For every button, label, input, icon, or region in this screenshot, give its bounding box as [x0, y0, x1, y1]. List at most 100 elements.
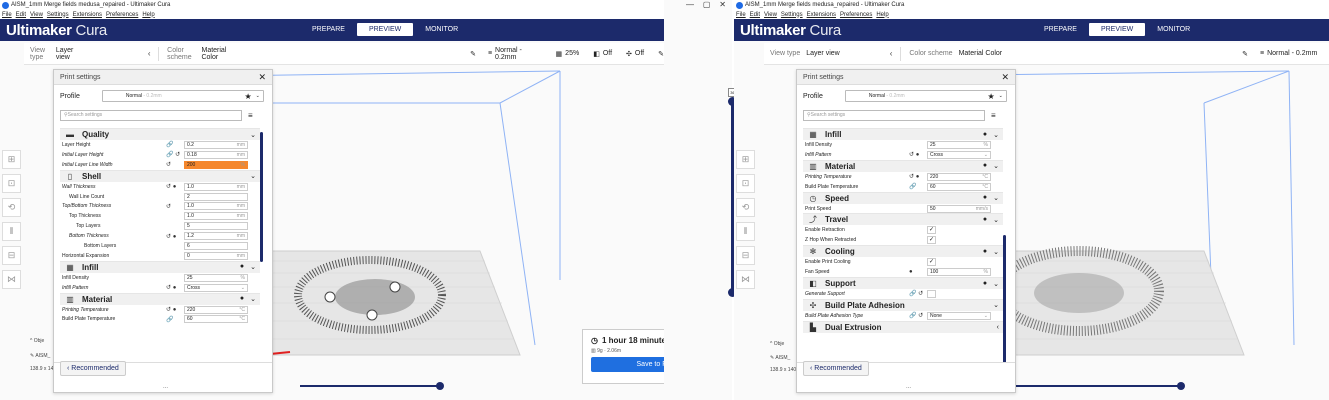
chevron-down-icon[interactable]: ⌄	[250, 131, 256, 139]
setting-value-field[interactable]: 60 °C	[184, 315, 248, 324]
menu-settings[interactable]: Settings	[781, 12, 803, 18]
tab-prepare[interactable]: PREPARE	[300, 23, 357, 36]
chevron-down-icon[interactable]: ⌄	[993, 216, 999, 224]
menu-view[interactable]: View	[30, 12, 43, 18]
menu-icon[interactable]: ≡	[248, 111, 253, 120]
category-dual-extrusion[interactable]: ▙ Dual Extrusion ‹	[803, 320, 1003, 333]
scrollbar[interactable]	[1003, 235, 1006, 365]
setting-state-icons[interactable]: ↺ ●	[166, 183, 176, 190]
menu-icon[interactable]: ≡	[991, 111, 996, 120]
recommended-button[interactable]: ‹ Recommended	[803, 361, 869, 376]
tab-monitor[interactable]: MONITOR	[413, 23, 470, 36]
menu-extensions[interactable]: Extensions	[807, 12, 836, 18]
chevron-down-icon[interactable]: ⌄	[993, 194, 999, 202]
support-blocker-icon[interactable]: ⋈	[2, 270, 21, 289]
chevron-down-icon[interactable]: ⌄	[250, 295, 256, 303]
setting-value-field[interactable]: 0.18 mm	[184, 150, 248, 159]
profile-selector[interactable]: ≡ Normal - 0.2mm	[1260, 50, 1317, 57]
infill-indicator[interactable]: ▦ 25%	[556, 50, 580, 58]
color-scheme-select[interactable]: Material Color	[201, 47, 230, 61]
setting-value-field[interactable]: 220 °C	[184, 305, 248, 314]
setting-value-field[interactable]: 1.2 mm	[184, 232, 248, 241]
color-scheme-select[interactable]: Material Color	[959, 50, 1003, 57]
object-list-toggle[interactable]: ^ Obje	[30, 338, 44, 344]
menu-settings[interactable]: Settings	[47, 12, 69, 18]
profile-dropdown[interactable]: Normal - 0.2mm ★ ⌄	[844, 90, 1007, 102]
category-speed[interactable]: ◷ Speed ● ⌄	[803, 191, 1003, 204]
profile-dropdown[interactable]: Normal - 0.2mm ★ ⌄	[101, 90, 264, 102]
setting-state-icons[interactable]: 🔗 ↺	[909, 290, 923, 297]
setting-state-icons[interactable]: ↺ ●	[166, 284, 176, 291]
setting-value-field[interactable]: 100%	[927, 268, 991, 277]
setting-value-field[interactable]: 6	[184, 241, 248, 250]
menu-preferences[interactable]: Preferences	[106, 12, 138, 18]
menu-view[interactable]: View	[764, 12, 777, 18]
3d-viewport[interactable]: ⊞ ⊡ ⟲ ⫴ ⊟ ⋈ ^ Obje ✎ AISM_ 138.9 x 140. …	[734, 65, 1329, 400]
chevron-left-icon[interactable]: ‹	[997, 324, 999, 331]
setting-state-icons[interactable]: ↺ ●	[166, 306, 176, 313]
menu-extensions[interactable]: Extensions	[73, 12, 102, 18]
support-indicator[interactable]: ◧ Off	[593, 50, 612, 58]
tab-prepare[interactable]: PREPARE	[1032, 23, 1089, 36]
category-shell[interactable]: ▯ Shell ⌄	[60, 169, 260, 182]
pencil-icon[interactable]: ✎	[470, 50, 476, 58]
recommended-button[interactable]: ‹ Recommended	[60, 361, 126, 376]
rotate-tool-icon[interactable]: ⟲	[736, 198, 755, 217]
scrollbar[interactable]	[260, 132, 263, 262]
setting-value-field[interactable]: 25%	[184, 273, 248, 282]
tab-preview[interactable]: PREVIEW	[1088, 23, 1146, 36]
category-material[interactable]: ▥ Material ● ⌄	[60, 292, 260, 305]
setting-state-icons[interactable]: 🔗 ↺	[166, 151, 180, 158]
close-icon[interactable]: ✕	[719, 0, 726, 9]
info-icon[interactable]: ●	[240, 263, 244, 271]
category-travel[interactable]: ⤴ Travel ● ⌄	[803, 213, 1003, 226]
chevron-down-icon[interactable]: ⌄	[993, 280, 999, 288]
info-icon[interactable]: ●	[983, 248, 987, 256]
setting-state-icons[interactable]: ↺	[166, 203, 171, 210]
chevron-down-icon[interactable]: ⌄	[993, 301, 999, 309]
chevron-down-icon[interactable]: ⌄	[993, 162, 999, 170]
move-tool-icon[interactable]: ⊞	[2, 150, 21, 169]
info-icon[interactable]: ●	[983, 162, 987, 170]
setting-checkbox[interactable]: ✓	[927, 236, 936, 245]
search-input[interactable]: ⚲ Search settings	[803, 109, 985, 121]
setting-value-field[interactable]: None ⌄	[927, 311, 991, 320]
setting-state-icons[interactable]: ●	[909, 269, 913, 275]
chevron-left-icon[interactable]: ‹	[148, 49, 151, 58]
search-input[interactable]: ⚲ Search settings	[60, 109, 242, 121]
category-cooling[interactable]: ✻ Cooling ● ⌄	[803, 245, 1003, 258]
save-to-file-button[interactable]: Save to File	[591, 357, 664, 372]
adhesion-indicator[interactable]: ✣ Off	[626, 50, 644, 58]
menu-preferences[interactable]: Preferences	[840, 12, 872, 18]
chevron-down-icon[interactable]: ⌄	[993, 131, 999, 139]
setting-state-icons[interactable]: ↺ ●	[166, 233, 176, 240]
rotate-tool-icon[interactable]: ⟲	[2, 198, 21, 217]
setting-checkbox[interactable]: ✓	[927, 226, 936, 235]
scale-tool-icon[interactable]: ⊡	[2, 174, 21, 193]
setting-checkbox[interactable]: ✓	[927, 258, 936, 267]
setting-state-icons[interactable]: 🔗	[909, 183, 916, 190]
info-icon[interactable]: ●	[983, 280, 987, 288]
setting-value-field[interactable]: 200%	[184, 160, 248, 169]
setting-value-field[interactable]: 5	[184, 222, 248, 231]
setting-value-field[interactable]: 1.0 mm	[184, 182, 248, 191]
per-model-settings-icon[interactable]: ⊟	[736, 246, 755, 265]
setting-state-icons[interactable]: ↺ ●	[909, 151, 919, 158]
tab-preview[interactable]: PREVIEW	[356, 23, 414, 36]
setting-value-field[interactable]: 1.0 mm	[184, 202, 248, 211]
object-list-toggle[interactable]: ^ Obje	[770, 341, 784, 347]
menu-file[interactable]: File	[736, 12, 746, 18]
category-infill[interactable]: ▦ Infill ● ⌄	[803, 128, 1003, 140]
category-quality[interactable]: ▬ Quality ⌄	[60, 128, 260, 140]
info-icon[interactable]: ●	[983, 131, 987, 139]
setting-value-field[interactable]: Cross ⌄	[927, 150, 991, 159]
info-icon[interactable]: ●	[240, 295, 244, 303]
setting-value-field[interactable]: 0.2 mm	[184, 140, 248, 149]
setting-state-icons[interactable]: 🔗 ↺	[909, 312, 923, 319]
profile-selector[interactable]: ≡ Normal - 0.2mm	[488, 47, 526, 61]
tab-monitor[interactable]: MONITOR	[1145, 23, 1202, 36]
view-type-select[interactable]: Layer view	[56, 47, 78, 61]
category-build-plate-adhesion[interactable]: ✣ Build Plate Adhesion ⌄	[803, 298, 1003, 311]
pencil-icon[interactable]: ✎	[1242, 50, 1248, 58]
setting-state-icons[interactable]: 🔗	[166, 141, 173, 148]
